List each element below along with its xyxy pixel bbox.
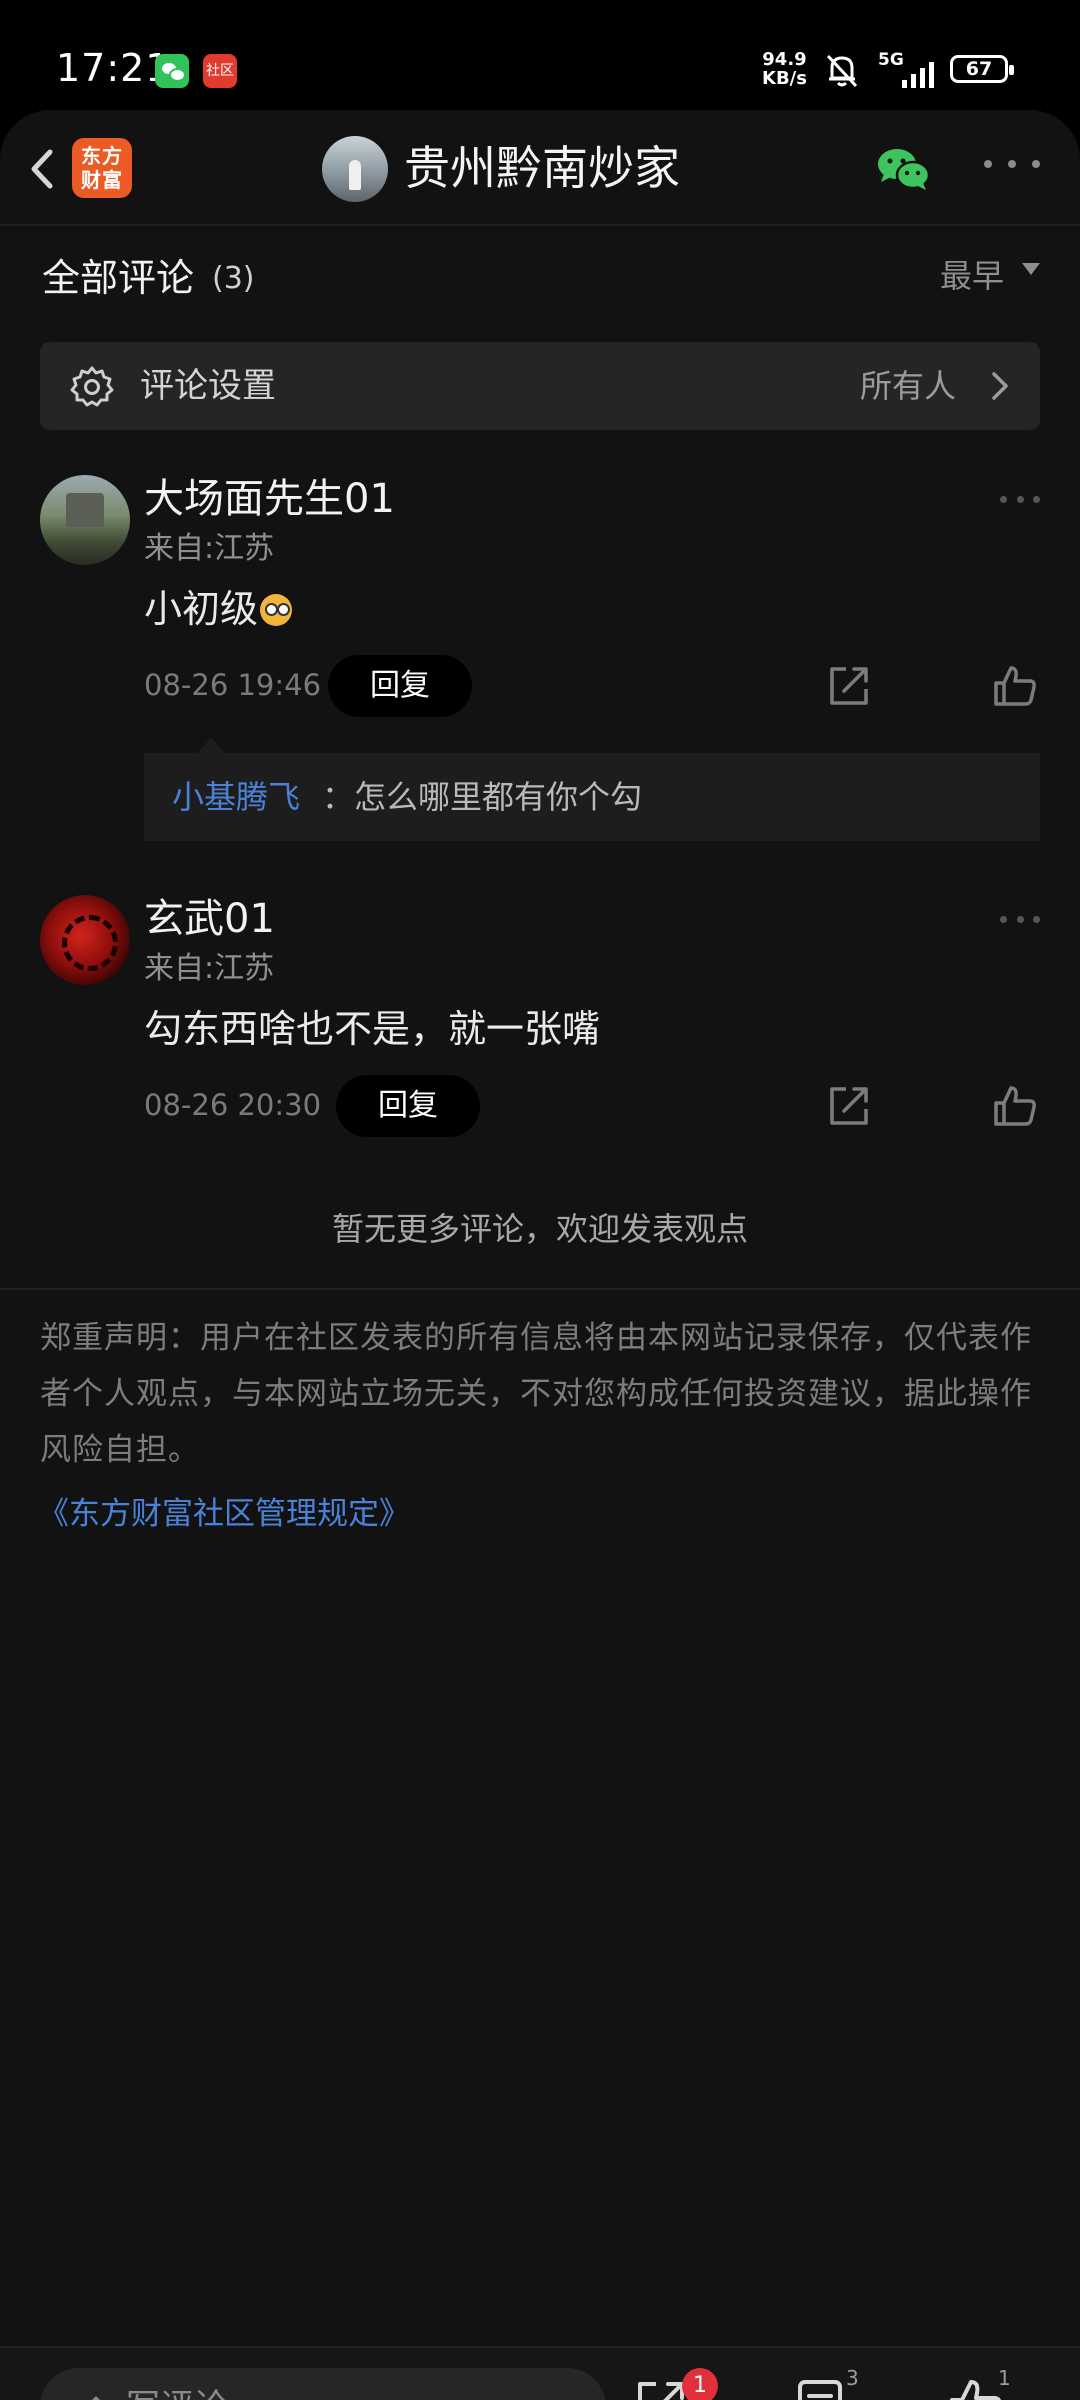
comment-text[interactable]: 小初级 xyxy=(144,582,293,636)
battery-level: 67 xyxy=(965,58,993,80)
chevron-right-icon xyxy=(992,372,1008,400)
share-count-badge: 1 xyxy=(682,2368,718,2400)
comment-settings-row[interactable]: 评论设置 所有人 xyxy=(40,342,1040,430)
comment-location: 来自:江苏 xyxy=(144,531,275,566)
reply-button[interactable]: 回复 xyxy=(328,655,472,717)
title-avatar[interactable] xyxy=(322,136,388,202)
app-logo-line-2: 财富 xyxy=(81,168,123,192)
comment-username[interactable]: 大场面先生01 xyxy=(144,473,395,525)
comments-count: (3) xyxy=(212,261,255,296)
more-icon[interactable] xyxy=(984,160,1040,176)
comment-text-content: 小初级 xyxy=(144,587,259,631)
comment-time: 08-26 20:30 xyxy=(144,1088,322,1122)
sub-reply-pointer xyxy=(197,738,225,753)
comment-settings-value: 所有人 xyxy=(860,367,957,405)
comment-location: 来自:江苏 xyxy=(144,951,275,986)
comment-text[interactable]: 勾东西啥也不是，就一张嘴 xyxy=(144,1002,600,1056)
like-icon[interactable] xyxy=(992,1083,1038,1129)
share-icon[interactable] xyxy=(826,1083,872,1129)
comment-more-icon[interactable] xyxy=(1000,916,1040,926)
comment-count: 3 xyxy=(846,2366,859,2390)
sub-reply[interactable]: 小基腾飞 ：怎么哪里都有你个勾 xyxy=(144,753,1040,841)
status-bar: 17:21 社区 94.9 KB/s 5G 67 xyxy=(0,0,1080,110)
sort-button[interactable]: 最早 xyxy=(940,252,1004,300)
bottom-bar: 写评论... 1 3 1 xyxy=(0,2346,1080,2400)
page-title[interactable]: 贵州黔南炒家 xyxy=(404,140,680,196)
comment-placeholder: 写评论... xyxy=(126,2382,260,2400)
comments-panel: 东方 财富 贵州黔南炒家 全部评论 (3) 最早 评论设置 所有人 大场面先生0… xyxy=(0,110,1080,2400)
bell-off-icon xyxy=(826,54,858,88)
comment-more-icon[interactable] xyxy=(1000,496,1040,506)
like-icon[interactable] xyxy=(992,663,1038,709)
pencil-icon xyxy=(91,2396,101,2400)
sub-reply-text: ：怎么哪里都有你个勾 xyxy=(322,778,643,816)
net-speed-value: 94.9 xyxy=(762,49,807,70)
comments-title: 全部评论 xyxy=(42,256,195,300)
back-icon[interactable] xyxy=(14,134,74,204)
header: 东方 财富 贵州黔南炒家 xyxy=(0,110,1080,226)
wechat-notification-icon xyxy=(155,54,189,88)
signal-icon: 5G xyxy=(878,50,940,90)
comment-username[interactable]: 玄武01 xyxy=(144,893,275,945)
gear-icon xyxy=(70,366,114,407)
net-speed-unit: KB/s xyxy=(762,68,807,89)
share-icon[interactable] xyxy=(826,663,872,709)
comment-time: 08-26 19:46 xyxy=(144,668,322,702)
comment-settings-label: 评论设置 xyxy=(140,366,276,406)
app-logo[interactable]: 东方 财富 xyxy=(72,138,132,198)
avatar[interactable] xyxy=(40,475,130,565)
emoji-icon xyxy=(260,594,293,626)
like-icon[interactable] xyxy=(946,2376,1004,2400)
network-type: 5G xyxy=(878,50,904,70)
net-speed: 94.9 KB/s xyxy=(762,50,807,88)
app-logo-line-1: 东方 xyxy=(81,144,123,168)
status-time: 17:21 xyxy=(56,46,171,90)
community-notification-icon: 社区 xyxy=(203,54,237,88)
reply-button[interactable]: 回复 xyxy=(336,1075,480,1137)
sub-reply-username[interactable]: 小基腾飞 xyxy=(172,773,300,821)
like-count: 1 xyxy=(998,2366,1011,2390)
community-rules-link[interactable]: 《东方财富社区管理规定》 xyxy=(38,1486,410,1542)
app-root: 17:21 社区 94.9 KB/s 5G 67 东方 财富 贵州黔南炒家 全部… xyxy=(0,0,1080,2400)
sort-dropdown-icon[interactable] xyxy=(1022,263,1040,275)
no-more-comments-text: 暂无更多评论，欢迎发表观点 xyxy=(331,1210,748,1248)
battery-icon: 67 xyxy=(950,55,1014,83)
disclaimer-text: 郑重声明：用户在社区发表的所有信息将由本网站记录保存，仅代表作者个人观点，与本网… xyxy=(40,1320,1032,1468)
wechat-icon[interactable] xyxy=(876,146,932,192)
divider xyxy=(0,1288,1080,1290)
avatar[interactable] xyxy=(40,895,130,985)
comment-input[interactable]: 写评论... xyxy=(40,2368,606,2400)
comment-list-icon[interactable] xyxy=(792,2376,850,2400)
